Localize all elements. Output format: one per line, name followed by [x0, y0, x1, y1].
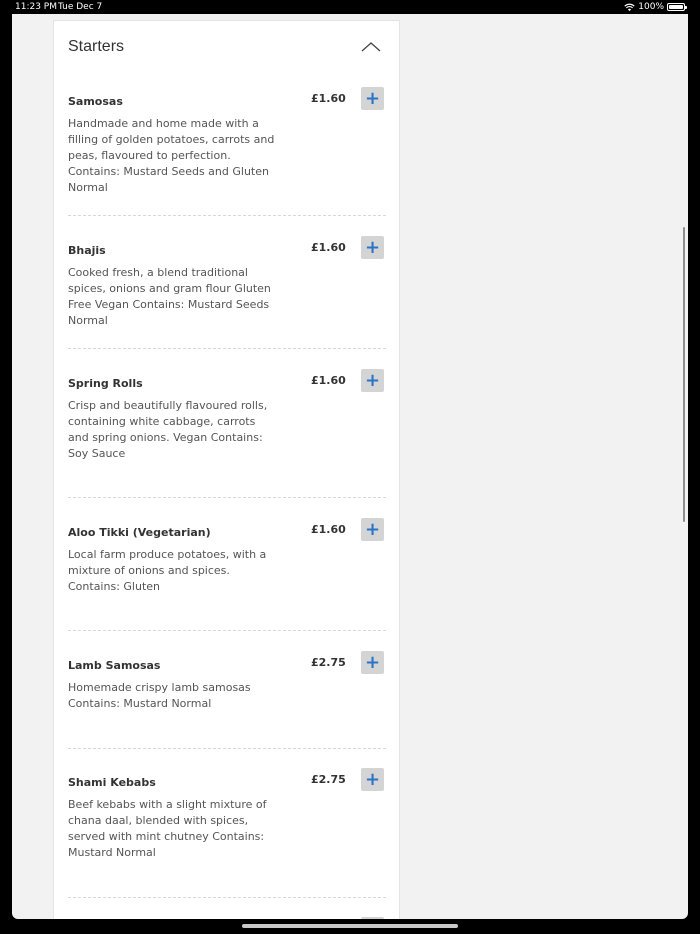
item-description: Cooked fresh, a blend traditional spices… [68, 266, 271, 327]
plus-icon: + [364, 768, 381, 790]
status-bar: 11:23 PM Tue Dec 7 100% [0, 0, 700, 14]
add-item-button[interactable]: + [361, 87, 384, 110]
item-divider [68, 897, 386, 898]
item-description: Handmade and home made with a filling of… [68, 117, 275, 194]
item-price: £1.60 [311, 523, 346, 536]
add-item-button-partial[interactable] [361, 917, 384, 919]
battery-percent: 100% [638, 2, 664, 12]
item-price: £1.60 [311, 374, 346, 387]
menu-panel: Starters Samosas £1.60 + Handmade and ho… [53, 20, 400, 919]
item-name: Spring Rolls [68, 377, 143, 390]
panel-divider [54, 20, 399, 21]
item-description: Homemade crispy lamb samosas Contains: M… [68, 681, 251, 710]
plus-icon: + [364, 369, 381, 391]
battery-icon [667, 3, 687, 11]
item-divider [68, 348, 386, 349]
home-indicator[interactable] [242, 924, 458, 928]
item-name: Bhajis [68, 244, 106, 257]
item-name: Aloo Tikki (Vegetarian) [68, 526, 211, 539]
add-item-button[interactable]: + [361, 236, 384, 259]
add-item-button[interactable]: + [361, 651, 384, 674]
item-price: £1.60 [311, 92, 346, 105]
item-price: £2.75 [311, 656, 346, 669]
wifi-icon [624, 3, 635, 11]
item-name: Samosas [68, 95, 123, 108]
scrollbar[interactable] [683, 227, 685, 522]
item-price: £1.60 [311, 241, 346, 254]
item-divider [68, 630, 386, 631]
plus-icon: + [364, 87, 381, 109]
status-date: Tue Dec 7 [58, 2, 103, 12]
add-item-button[interactable]: + [361, 768, 384, 791]
plus-icon: + [364, 651, 381, 673]
add-item-button[interactable]: + [361, 518, 384, 541]
collapse-section-button[interactable] [359, 39, 383, 55]
add-item-button[interactable]: + [361, 369, 384, 392]
item-divider [68, 748, 386, 749]
plus-icon: + [364, 236, 381, 258]
status-time: 11:23 PM [15, 2, 57, 12]
app-screen: Starters Samosas £1.60 + Handmade and ho… [12, 14, 688, 919]
item-description: Local farm produce potatoes, with a mixt… [68, 548, 267, 593]
item-description: Beef kebabs with a slight mixture of cha… [68, 798, 267, 859]
item-divider [68, 215, 386, 216]
plus-icon: + [364, 518, 381, 540]
item-divider [68, 497, 386, 498]
section-title: Starters [68, 38, 125, 55]
item-description: Crisp and beautifully flavoured rolls, c… [68, 399, 268, 460]
status-indicators: 100% [624, 0, 687, 14]
chevron-up-icon [361, 42, 381, 52]
item-name: Lamb Samosas [68, 659, 161, 672]
item-price: £2.75 [311, 773, 346, 786]
item-name: Shami Kebabs [68, 776, 156, 789]
